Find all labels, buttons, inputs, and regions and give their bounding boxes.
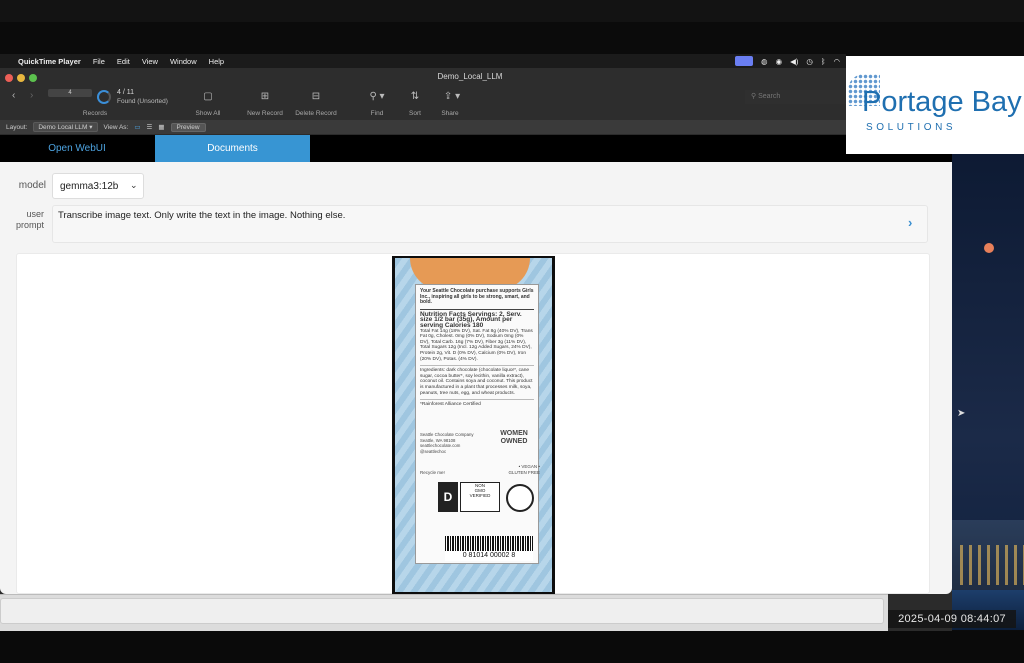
city-lights (960, 545, 1024, 585)
tab-documents[interactable]: Documents (155, 135, 310, 162)
menu-view[interactable]: View (136, 57, 164, 66)
rainforest-alliance-logo (506, 484, 534, 512)
user-prompt-label-line1: user (26, 209, 44, 219)
found-status: Found (Unsorted) (117, 98, 168, 105)
time-machine-icon[interactable]: ◷ (806, 57, 813, 66)
sort-icon[interactable]: ⇅ (405, 91, 425, 102)
chevron-right-icon[interactable]: › (908, 215, 912, 230)
layout-select[interactable]: Demo Local LLM ▾ (33, 122, 98, 132)
view-list-icon[interactable]: ☰ (147, 123, 153, 131)
view-table-icon[interactable]: ▦ (158, 123, 164, 131)
nutrition-facts-heading: Nutrition Facts Servings: 2, Serv. size … (420, 308, 534, 329)
layout-bar: Layout: Demo Local LLM ▾ View As: ▭ ☰ ▦ … (0, 120, 846, 134)
video-timestamp: 2025-04-09 08:44:07 (888, 610, 1016, 628)
non-gmo-logo: NON GMO VERIFIED (460, 482, 500, 512)
show-all-button[interactable]: Show All (188, 110, 228, 117)
menu-help[interactable]: Help (203, 57, 230, 66)
back-arrow-icon[interactable]: ‹ (12, 90, 15, 101)
bluetooth-icon[interactable]: ᛒ (821, 57, 826, 66)
logo-subtitle: SOLUTIONS (866, 122, 957, 133)
moon-image (984, 243, 994, 253)
vegan-gluten-free-text: • VEGAN • GLUTEN FREE (508, 464, 540, 475)
wifi-icon[interactable]: ◠ (833, 57, 840, 66)
screen-share-icon[interactable] (735, 56, 754, 66)
forward-arrow-icon[interactable]: › (30, 90, 33, 101)
barcode-number: 0 81014 00002 8 (445, 551, 533, 561)
tab-open-webui[interactable]: Open WebUI (0, 135, 154, 162)
share-button[interactable]: Share (434, 110, 466, 117)
quick-find-search-field[interactable]: ⚲ Search (745, 90, 846, 104)
share-icon[interactable]: ⇪ ▾ (438, 91, 466, 102)
menu-edit[interactable]: Edit (111, 57, 136, 66)
close-window-button[interactable] (5, 74, 13, 82)
model-label: model (18, 180, 46, 191)
menu-file[interactable]: File (87, 57, 111, 66)
background-window-panel (0, 598, 884, 624)
search-icon: ⚲ (751, 93, 757, 100)
layout-select-value: Demo Local LLM (38, 124, 88, 131)
product-label: Your Seattle Chocolate purchase supports… (415, 284, 539, 564)
view-as-label: View As: (103, 123, 129, 131)
search-placeholder: Search (758, 93, 781, 100)
mouse-cursor-icon: ➤ (957, 408, 966, 419)
company-address: Seattle Chocolate Company Seattle, WA 98… (420, 432, 474, 454)
recycle-text: Recycle me! (420, 470, 445, 475)
view-form-icon[interactable]: ▭ (134, 123, 140, 131)
found-count: 4 / 11 (117, 89, 134, 96)
records-label: Records (82, 110, 108, 117)
women-owned-mark: WOMEN OWNED (500, 430, 528, 445)
show-all-icon[interactable]: ▢ (198, 91, 218, 102)
new-record-icon[interactable]: ⊞ (255, 91, 275, 102)
play-icon[interactable]: ◉ (776, 57, 783, 66)
nutrition-facts-detail: Total Fat 14g (18% DV), Sat. Fat 8g (40%… (420, 328, 533, 362)
user-prompt-field[interactable]: Transcribe image text. Only write the te… (52, 205, 928, 243)
ingredients-text: Ingredients: dark chocolate (chocolate l… (420, 365, 534, 396)
mac-menubar: QuickTime Player File Edit View Window H… (0, 54, 846, 68)
sort-button[interactable]: Sort (400, 110, 430, 117)
menubar-app-name[interactable]: QuickTime Player (12, 57, 87, 66)
record-number-input[interactable]: 4 (48, 89, 92, 97)
user-prompt-label: user prompt (10, 209, 44, 231)
preview-button[interactable]: Preview (170, 122, 206, 132)
find-button[interactable]: Find (362, 110, 392, 117)
magnifier-icon[interactable]: ⚲ ▾ (363, 91, 391, 102)
volume-icon[interactable]: ◀) (790, 57, 798, 66)
minimize-window-button[interactable] (17, 74, 25, 82)
layout-label: Layout: (6, 123, 28, 131)
globe-icon[interactable]: ◍ (761, 57, 768, 66)
video-bottom-letterbox (0, 631, 1024, 663)
window-title: Demo_Local_LLM (437, 72, 503, 81)
delete-record-icon[interactable]: ⊟ (306, 91, 326, 102)
certified-text: *Rainforest Alliance Certified (420, 399, 534, 408)
label-head-text: Your Seattle Chocolate purchase supports… (420, 288, 534, 306)
chevron-down-icon[interactable]: ⌄ (130, 180, 138, 191)
d-certification-logo: D (438, 482, 458, 512)
records-progress-pie (97, 90, 111, 104)
logo-name: Portage Bay (862, 86, 1022, 118)
delete-record-button[interactable]: Delete Record (288, 110, 344, 117)
user-prompt-label-line2: prompt (15, 220, 44, 230)
video-top-letterbox (0, 0, 1024, 22)
zoom-window-button[interactable] (29, 74, 37, 82)
new-record-button[interactable]: New Record (240, 110, 290, 117)
menu-window[interactable]: Window (164, 57, 203, 66)
